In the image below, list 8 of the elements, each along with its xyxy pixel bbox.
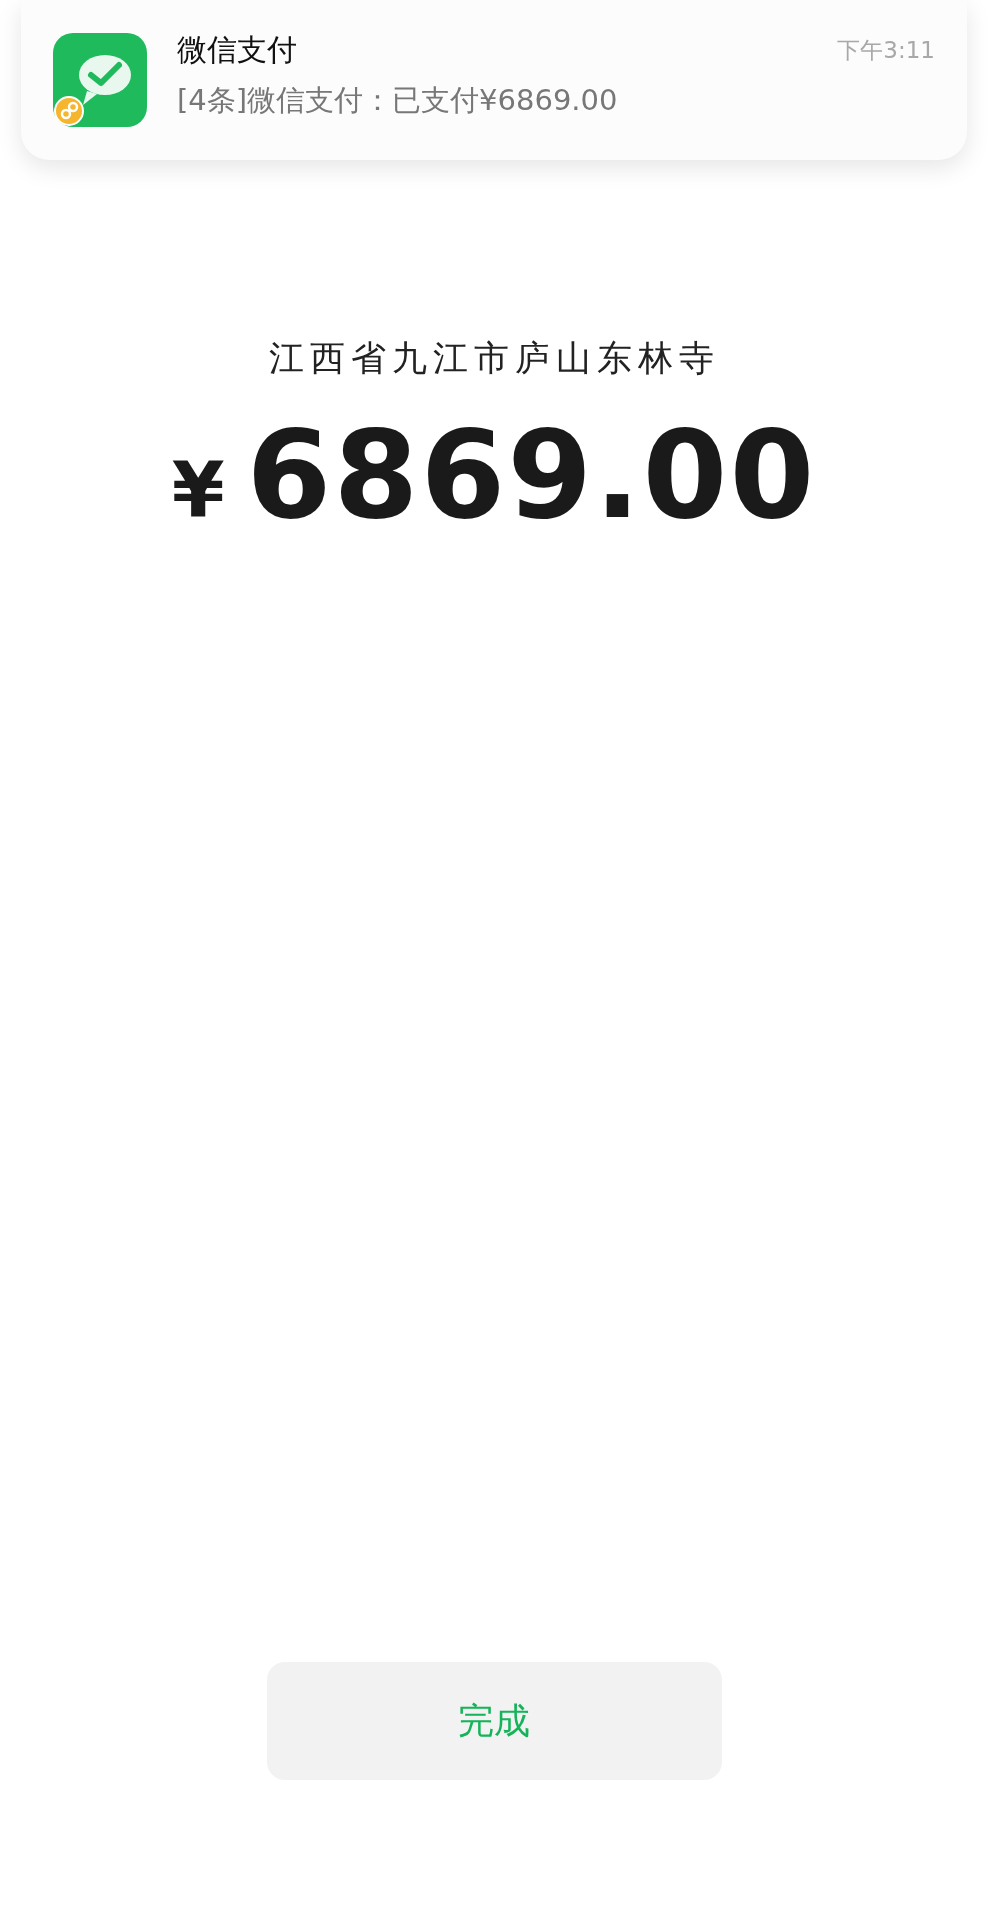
notification-time: 下午3:11 [837,35,935,65]
payment-amount: 6869.00 [246,404,817,546]
app-name: 微信支付 [177,30,297,69]
currency-symbol: ¥ [171,446,225,535]
notification-message: [4条]微信支付：已支付¥6869.00 [177,81,619,119]
merchant-name: 江西省九江市庐山东林寺 [268,337,720,380]
chat-check-icon [53,33,147,127]
notification-card[interactable]: 微信支付 下午3:11 [4条]微信支付：已支付¥6869.00 [21,0,967,160]
